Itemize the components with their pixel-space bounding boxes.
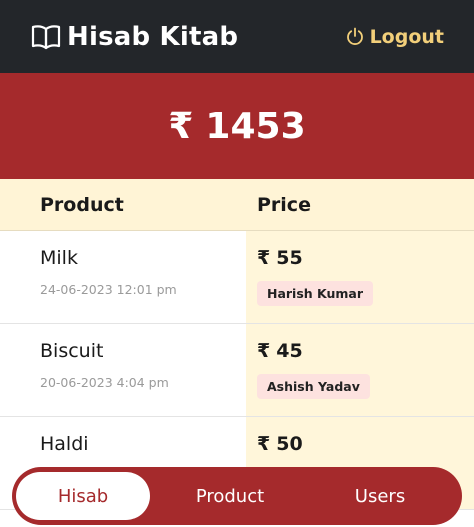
nav-tab-hisab[interactable]: Hisab [16, 472, 150, 520]
price-cell: ₹45 Ashish Yadav [246, 324, 474, 416]
app-title: Hisab Kitab [67, 21, 239, 52]
expense-table: Product Price Milk 24-06-2023 12:01 pm ₹… [0, 179, 474, 510]
column-header-price: Price [257, 193, 311, 216]
logout-label: Logout [369, 25, 444, 48]
product-price: ₹45 [257, 340, 474, 362]
product-name: Biscuit [40, 340, 104, 362]
price-cell: ₹55 Harish Kumar [246, 231, 474, 323]
currency-symbol: ₹ [257, 433, 271, 455]
product-price: ₹55 [257, 247, 474, 269]
bottom-navigation: Hisab Product Users [12, 467, 462, 525]
product-cell: Milk 24-06-2023 12:01 pm [0, 231, 246, 323]
table-row[interactable]: Biscuit 20-06-2023 4:04 pm ₹45 Ashish Ya… [0, 324, 474, 417]
product-name: Haldi [40, 433, 89, 455]
price-value: 55 [276, 247, 303, 269]
app-header: Hisab Kitab Logout [0, 0, 474, 73]
price-value: 45 [276, 340, 303, 362]
app-screen: Hisab Kitab Logout ₹ 1453 Product Price … [0, 0, 474, 527]
product-date: 24-06-2023 12:01 pm [40, 282, 177, 297]
nav-tab-users[interactable]: Users [310, 472, 450, 520]
book-icon [31, 24, 61, 50]
user-badge: Ashish Yadav [257, 374, 370, 399]
column-header-product: Product [40, 193, 124, 216]
user-badge: Harish Kumar [257, 281, 374, 306]
product-price: ₹50 [257, 433, 474, 455]
currency-symbol: ₹ [257, 340, 271, 362]
power-icon [346, 27, 364, 46]
product-date: 20-06-2023 4:04 pm [40, 375, 169, 390]
product-name: Milk [40, 247, 78, 269]
product-cell: Biscuit 20-06-2023 4:04 pm [0, 324, 246, 416]
brand: Hisab Kitab [31, 22, 238, 52]
nav-tab-product[interactable]: Product [150, 472, 310, 520]
currency-symbol: ₹ [168, 105, 194, 147]
table-row[interactable]: Milk 24-06-2023 12:01 pm ₹55 Harish Kuma… [0, 231, 474, 324]
total-amount: 1453 [205, 105, 306, 147]
logout-button[interactable]: Logout [346, 26, 444, 48]
table-header: Product Price [0, 179, 474, 231]
currency-symbol: ₹ [257, 247, 271, 269]
total-amount-banner: ₹ 1453 [0, 73, 474, 179]
price-value: 50 [276, 433, 303, 455]
